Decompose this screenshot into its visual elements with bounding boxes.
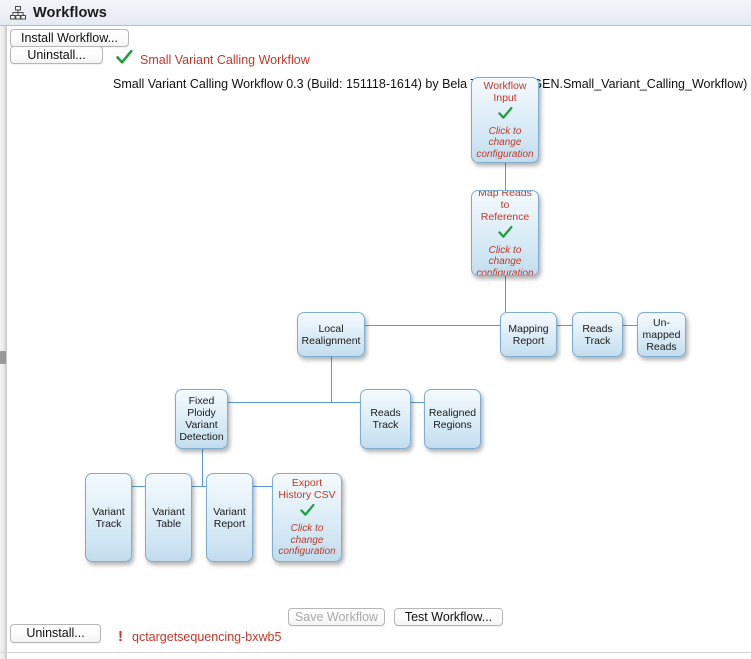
node-title: VariantTable — [149, 506, 188, 530]
save-workflow-button[interactable]: Save Workflow — [288, 608, 385, 626]
workflow-node-map-reads-to-reference[interactable]: Map Readsto Reference Click tochangeconfi… — [471, 190, 539, 276]
workflow-node-mapping-report[interactable]: MappingReport — [500, 312, 557, 357]
workflow-node-variant-report[interactable]: VariantReport — [206, 473, 253, 562]
node-title: ExportHistory CSV — [275, 477, 338, 501]
node-title: WorkflowInput — [481, 80, 530, 104]
uninstall-button-footer[interactable]: Uninstall... — [10, 624, 101, 643]
green-check-icon — [498, 107, 513, 124]
error-status: ! qctargetsequencing-bxwb5 — [118, 629, 281, 644]
workflow-node-un-mapped-reads[interactable]: Un-mappedReads — [637, 312, 686, 357]
window-titlebar: Workflows — [0, 0, 751, 26]
workflow-node-reads-track-2[interactable]: ReadsTrack — [360, 389, 411, 449]
workflow-node-variant-track[interactable]: VariantTrack — [85, 473, 132, 562]
workflow-node-fixed-ploidy-variant-detection[interactable]: FixedPloidyVariantDetection — [175, 389, 228, 449]
node-title: VariantTrack — [89, 506, 128, 530]
connector-segment — [202, 449, 203, 486]
hierarchy-icon — [7, 3, 29, 23]
node-title: Map Readsto Reference — [472, 190, 538, 223]
workflow-diagram-canvas[interactable]: WorkflowInput Click tochangeconfiguration… — [8, 27, 751, 659]
node-title: FixedPloidyVariantDetection — [176, 395, 226, 443]
workflow-node-reads-track-1[interactable]: ReadsTrack — [572, 312, 623, 357]
node-config-hint: Click tochangeconfiguration — [473, 245, 536, 276]
node-title: RealignedRegions — [426, 407, 479, 431]
connector-segment — [202, 402, 453, 403]
error-message: qctargetsequencing-bxwb5 — [132, 630, 281, 644]
node-config-hint: Click tochangeconfiguration — [275, 523, 338, 558]
node-title: Un-mappedReads — [640, 317, 684, 353]
workflow-node-realigned-regions[interactable]: RealignedRegions — [424, 389, 481, 449]
node-config-hint: Click tochangeconfiguration — [473, 126, 536, 161]
workflow-node-export-history-csv[interactable]: ExportHistory CSV Click tochangeconfigura… — [272, 473, 342, 562]
test-workflow-button[interactable]: Test Workflow... — [394, 608, 503, 626]
splitter-grip[interactable] — [0, 351, 6, 364]
workflow-node-workflow-input[interactable]: WorkflowInput Click tochangeconfiguration — [471, 77, 539, 163]
panel-splitter[interactable] — [0, 26, 7, 659]
node-title: ReadsTrack — [367, 407, 403, 431]
node-title: MappingReport — [505, 323, 551, 347]
exclamation-icon: ! — [118, 629, 123, 644]
connector-segment — [331, 357, 332, 402]
footer-divider — [0, 652, 751, 653]
green-check-icon — [498, 226, 513, 243]
node-title: ReadsTrack — [579, 323, 615, 347]
node-title: LocalRealignment — [299, 323, 364, 347]
node-title: VariantReport — [210, 506, 249, 530]
connector-segment — [505, 163, 506, 190]
workflow-node-variant-table[interactable]: VariantTable — [145, 473, 192, 562]
window-title: Workflows — [33, 5, 107, 21]
workflow-node-local-realignment[interactable]: LocalRealignment — [297, 312, 365, 357]
green-check-icon — [300, 504, 315, 521]
